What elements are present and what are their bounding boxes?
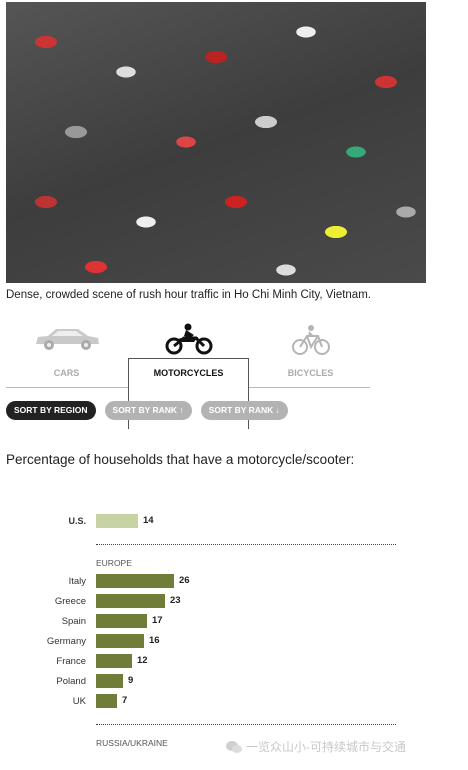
group-label: RUSSIA/UKRAINE: [96, 738, 168, 748]
bar: [96, 634, 144, 648]
chart-title: Percentage of households that have a mot…: [6, 452, 355, 467]
group-label: EUROPE: [96, 558, 132, 568]
tab-bicycles-label: BICYCLES: [287, 368, 334, 378]
tab-cars[interactable]: CARS: [6, 318, 127, 388]
bar-value: 7: [122, 695, 128, 706]
tab-motorcycles-label: MOTORCYCLES: [153, 368, 224, 378]
group-divider: [96, 544, 396, 545]
vehicle-tabs: CARS MOTORCYCLES BICYCLES: [6, 318, 371, 429]
bar-value: 14: [143, 515, 154, 526]
bar-value: 16: [149, 635, 160, 646]
sort-controls: SORT BY REGION SORT BY RANK ↑ SORT BY RA…: [6, 401, 288, 420]
watermark: 一览众山小-可持续城市与交通: [226, 738, 406, 755]
tab-bicycles[interactable]: BICYCLES: [250, 318, 371, 388]
bar: [96, 654, 132, 668]
bar: [96, 514, 138, 528]
bar-label: U.S.: [68, 516, 86, 526]
sort-by-region-button[interactable]: SORT BY REGION: [6, 401, 96, 420]
bar: [96, 594, 165, 608]
bar-value: 9: [128, 675, 134, 686]
bar-value: 23: [170, 595, 181, 606]
bar-label: Greece: [54, 596, 86, 607]
bar: [96, 694, 117, 708]
bicycle-icon: [291, 325, 330, 355]
bar-value: 12: [137, 655, 148, 666]
watermark-text: 一览众山小-可持续城市与交通: [246, 740, 406, 754]
group-divider: [96, 724, 396, 725]
motorcycle-icon: [165, 323, 212, 355]
bar: [96, 674, 123, 688]
tab-cars-label: CARS: [53, 368, 80, 378]
bar-label: France: [56, 656, 86, 667]
traffic-photo: [6, 2, 426, 283]
bar-label: Poland: [56, 676, 86, 687]
wechat-icon: [226, 740, 242, 753]
motorcycle-ownership-chart: U.S. 14 EUROPE Italy 26 Greece 23 Spain 17 German…: [0, 500, 468, 770]
car-icon: [35, 329, 99, 350]
sort-by-rank-ascending-button[interactable]: SORT BY RANK ↑: [104, 401, 192, 420]
bar: [96, 574, 174, 588]
sort-by-rank-descending-button[interactable]: SORT BY RANK ↓: [200, 401, 288, 420]
bar-label: Italy: [68, 576, 86, 587]
bar-value: 26: [179, 575, 190, 586]
bar-label: Spain: [61, 616, 86, 627]
bar-value: 17: [152, 615, 163, 626]
bar-label: UK: [72, 696, 86, 707]
bar-label: Germany: [46, 636, 86, 647]
bar: [96, 614, 147, 628]
photo-caption: Dense, crowded scene of rush hour traffi…: [6, 289, 371, 301]
